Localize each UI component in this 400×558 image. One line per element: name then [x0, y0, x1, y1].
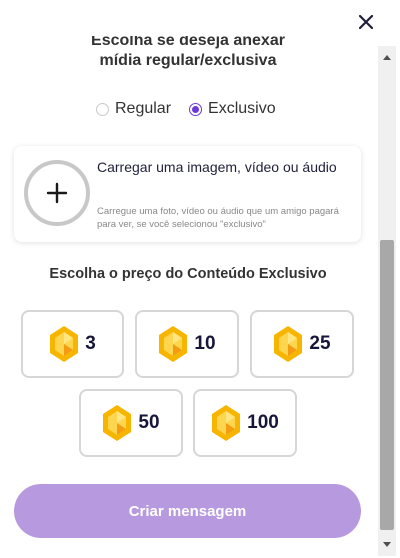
- scroll-up-arrow[interactable]: [378, 50, 396, 64]
- exclusive-content-modal: Escolha se deseja anexar mídia regular/e…: [0, 0, 400, 558]
- price-heading: Escolha o preço do Conteúdo Exclusivo: [49, 266, 327, 282]
- chevron-up-icon: [383, 55, 391, 60]
- price-value: 10: [194, 333, 216, 354]
- gem-icon: [159, 326, 188, 362]
- create-message-button[interactable]: Criar mensagem: [14, 484, 361, 538]
- gem-icon: [274, 326, 303, 362]
- gem-icon: [212, 405, 241, 441]
- scroll-thumb[interactable]: [380, 240, 394, 530]
- radio-exclusive[interactable]: [189, 102, 203, 116]
- price-value: 50: [138, 412, 160, 433]
- media-type-radio-group: Regular Exclusivo: [96, 98, 294, 120]
- upload-plus-button[interactable]: [24, 160, 90, 226]
- price-value: 3: [85, 333, 96, 354]
- scroll-down-arrow[interactable]: [378, 538, 396, 552]
- price-option-25[interactable]: 25: [250, 310, 354, 378]
- gem-icon: [50, 326, 79, 362]
- media-type-heading: Escolha se deseja anexar mídia regular/e…: [0, 36, 376, 72]
- radio-regular-label[interactable]: Regular: [115, 100, 171, 118]
- upload-title: Carregar uma imagem, vídeo ou áudio: [97, 159, 337, 175]
- plus-icon: [46, 182, 68, 204]
- price-option-10[interactable]: 10: [135, 310, 239, 378]
- upload-description: Carregue uma foto, vídeo ou áudio que um…: [97, 206, 339, 230]
- price-option-100[interactable]: 100: [193, 389, 297, 457]
- heading-line-2: mídia regular/exclusiva: [99, 52, 277, 69]
- scrollbar[interactable]: [378, 46, 396, 556]
- radio-exclusive-label[interactable]: Exclusivo: [208, 100, 276, 118]
- close-icon: [359, 15, 373, 29]
- heading-line-1: Escolha se deseja anexar: [91, 36, 285, 49]
- gem-icon: [103, 405, 132, 441]
- chevron-down-icon: [383, 542, 391, 547]
- price-option-3[interactable]: 3: [21, 310, 124, 378]
- price-value: 100: [247, 412, 279, 433]
- upload-media-card[interactable]: Carregar uma imagem, vídeo ou áudio Carr…: [14, 146, 361, 242]
- close-button[interactable]: [356, 12, 376, 32]
- radio-regular[interactable]: [96, 102, 109, 116]
- price-option-50[interactable]: 50: [79, 389, 183, 457]
- price-value: 25: [309, 333, 331, 354]
